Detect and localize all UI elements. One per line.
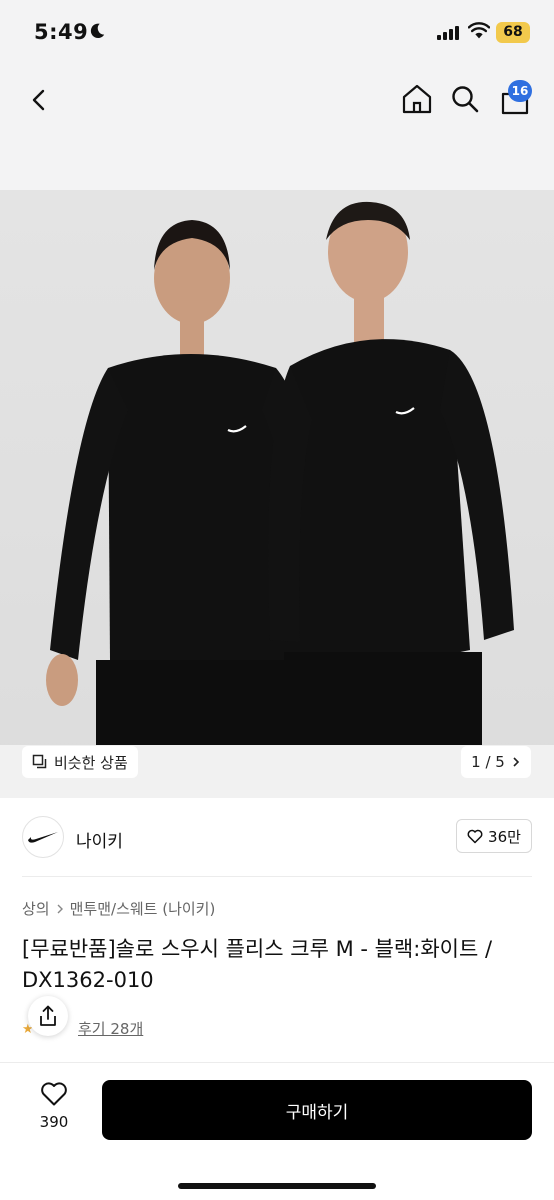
signal-icon [437, 24, 459, 40]
similar-products-label: 비슷한 상품 [54, 753, 128, 772]
similar-products-button[interactable]: 비슷한 상품 [22, 746, 138, 778]
page-indicator-text: 1 / 5 [471, 753, 505, 771]
image-page-indicator[interactable]: 1 / 5 [461, 746, 531, 778]
nike-swoosh-icon [28, 832, 58, 843]
review-link[interactable]: 후기 28개 [78, 1018, 143, 1039]
wishlist-button[interactable]: 390 [30, 1081, 78, 1141]
bottom-action-bar: 390 구매하기 [0, 1062, 554, 1200]
battery-indicator: 68 [496, 22, 530, 43]
share-icon [40, 1005, 56, 1026]
heart-icon [41, 1082, 67, 1106]
breadcrumb-category[interactable]: 상의 [22, 898, 50, 919]
breadcrumb: 상의 맨투맨/스웨트 (나이키) [22, 898, 215, 919]
chevron-right-icon [513, 757, 519, 767]
brand-name: 나이키 [76, 832, 123, 852]
status-bar: 5:49 68 [0, 0, 554, 66]
cart-count-badge: 16 [508, 80, 532, 102]
top-nav [0, 66, 554, 190]
wifi-icon [468, 22, 490, 39]
brand-like-count: 36만 [488, 827, 521, 846]
back-button[interactable] [26, 86, 54, 114]
brand-like-button[interactable]: 36만 [456, 819, 532, 853]
status-time: 5:49 [34, 20, 89, 44]
home-button[interactable] [400, 82, 434, 116]
heart-icon [467, 829, 483, 843]
wishlist-count: 390 [39, 1113, 69, 1131]
breadcrumb-subcategory[interactable]: 맨투맨/스웨트 (나이키) [70, 898, 216, 919]
chevron-right-icon [57, 904, 63, 913]
copy-icon [32, 754, 47, 769]
product-photo [46, 201, 514, 798]
search-button[interactable] [450, 84, 480, 114]
product-title: [무료반품]솔로 스우시 플리스 크루 M - 블랙:화이트 / DX1362-… [22, 937, 493, 992]
product-image[interactable] [0, 190, 554, 798]
home-indicator [178, 1183, 376, 1189]
brand-row[interactable]: 나이키 36만 [0, 800, 554, 876]
divider [22, 876, 532, 877]
buy-button[interactable]: 구매하기 [102, 1080, 532, 1140]
share-button[interactable] [28, 996, 68, 1036]
brand-logo [22, 816, 64, 858]
moon-icon [90, 23, 105, 39]
